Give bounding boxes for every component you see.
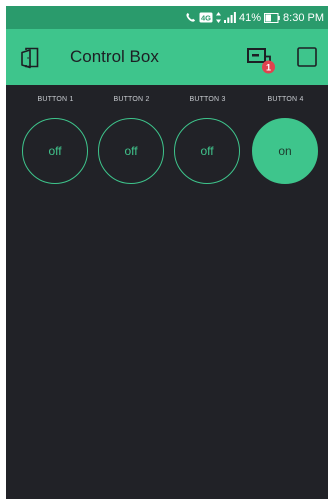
button-widget-1: BUTTON 1 off [17,85,94,205]
battery-icon [264,12,280,23]
play-mode-button[interactable] [296,46,318,68]
phone-handset-icon [185,12,196,23]
button-widget-2: BUTTON 2 off [93,85,170,205]
device-icon: 1 [247,48,275,74]
widget-canvas: BUTTON 1 off BUTTON 2 off BUTTON 3 off B… [6,85,328,225]
toggle-button-4[interactable]: on [252,118,318,184]
app-toolbar: Control Box 1 [6,29,328,85]
status-icons: 4G 41% 8:30 PM [185,6,324,29]
data-arrows-icon [216,12,221,23]
square-icon [297,47,317,67]
devices-button[interactable]: 1 [244,44,278,76]
exit-project-button[interactable] [18,45,44,71]
network-4g-icon: 4G [199,12,213,23]
button-widget-4: BUTTON 4 on [247,85,324,205]
battery-percent: 41% [239,11,262,24]
button-widget-3: BUTTON 3 off [169,85,246,205]
widget-label: BUTTON 2 [113,96,150,103]
exit-project-icon [21,47,39,69]
status-bar: 4G 41% 8:30 PM [6,6,328,29]
widget-label: BUTTON 1 [37,96,74,103]
app-screen: 4G 41% 8:30 PM Control Box 1 BUTTON 1 of… [6,6,328,499]
toggle-button-2[interactable]: off [98,118,164,184]
toggle-button-3[interactable]: off [174,118,240,184]
notification-count: 1 [266,63,271,73]
network-label: 4G [201,14,211,23]
widget-label: BUTTON 3 [189,96,226,103]
page-title: Control Box [70,47,159,66]
clock-time: 8:30 PM [283,11,324,24]
widget-label: BUTTON 4 [267,96,304,103]
signal-strength-icon [224,12,236,23]
toggle-button-1[interactable]: off [22,118,88,184]
